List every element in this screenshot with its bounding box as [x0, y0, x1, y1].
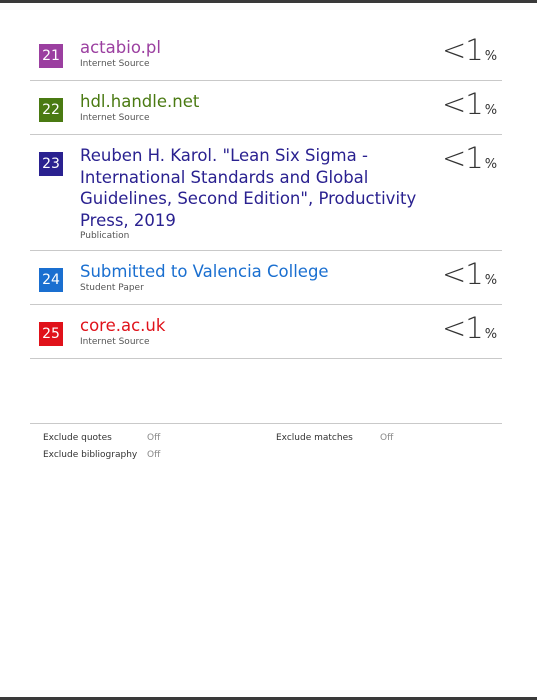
source-title[interactable]: actabio.pl [80, 37, 420, 59]
source-title[interactable]: Submitted to Valencia College [80, 261, 420, 283]
source-list: 21 actabio.pl Internet Source <1% 22 hdl… [30, 27, 502, 359]
rank-badge: 24 [39, 268, 63, 292]
source-type: Internet Source [80, 112, 150, 123]
source-row-24[interactable]: 24 Submitted to Valencia College Student… [30, 251, 502, 305]
source-type: Student Paper [80, 282, 144, 293]
source-title[interactable]: core.ac.uk [80, 315, 420, 337]
exclude-quotes-label: Exclude quotes [43, 433, 112, 443]
source-row-23[interactable]: 23 Reuben H. Karol. "Lean Six Sigma - In… [30, 135, 502, 251]
source-type: Internet Source [80, 58, 150, 69]
source-row-22[interactable]: 22 hdl.handle.net Internet Source <1% [30, 81, 502, 135]
source-type: Internet Source [80, 336, 150, 347]
source-row-21[interactable]: 21 actabio.pl Internet Source <1% [30, 27, 502, 81]
match-percent: <1% [442, 141, 498, 175]
match-percent: <1% [442, 87, 498, 121]
match-percent: <1% [442, 257, 498, 291]
rank-badge: 22 [39, 98, 63, 122]
exclude-bibliography-value: Off [147, 450, 161, 460]
rank-badge: 23 [39, 152, 63, 176]
exclude-matches-value: Off [380, 433, 394, 443]
exclude-matches-label: Exclude matches [276, 433, 353, 443]
match-percent: <1% [442, 311, 498, 345]
rank-badge: 21 [39, 44, 63, 68]
source-title[interactable]: hdl.handle.net [80, 91, 420, 113]
exclude-bibliography-label: Exclude bibliography [43, 450, 138, 460]
source-type: Publication [80, 231, 130, 241]
source-title[interactable]: Reuben H. Karol. "Lean Six Sigma - Inter… [80, 145, 420, 231]
rank-badge: 25 [39, 322, 63, 346]
exclude-quotes-value: Off [147, 433, 161, 443]
exclusion-settings: Exclude quotes Off Exclude bibliography … [30, 423, 502, 460]
match-percent: <1% [442, 33, 498, 67]
source-row-25[interactable]: 25 core.ac.uk Internet Source <1% [30, 305, 502, 359]
top-border [0, 0, 537, 3]
